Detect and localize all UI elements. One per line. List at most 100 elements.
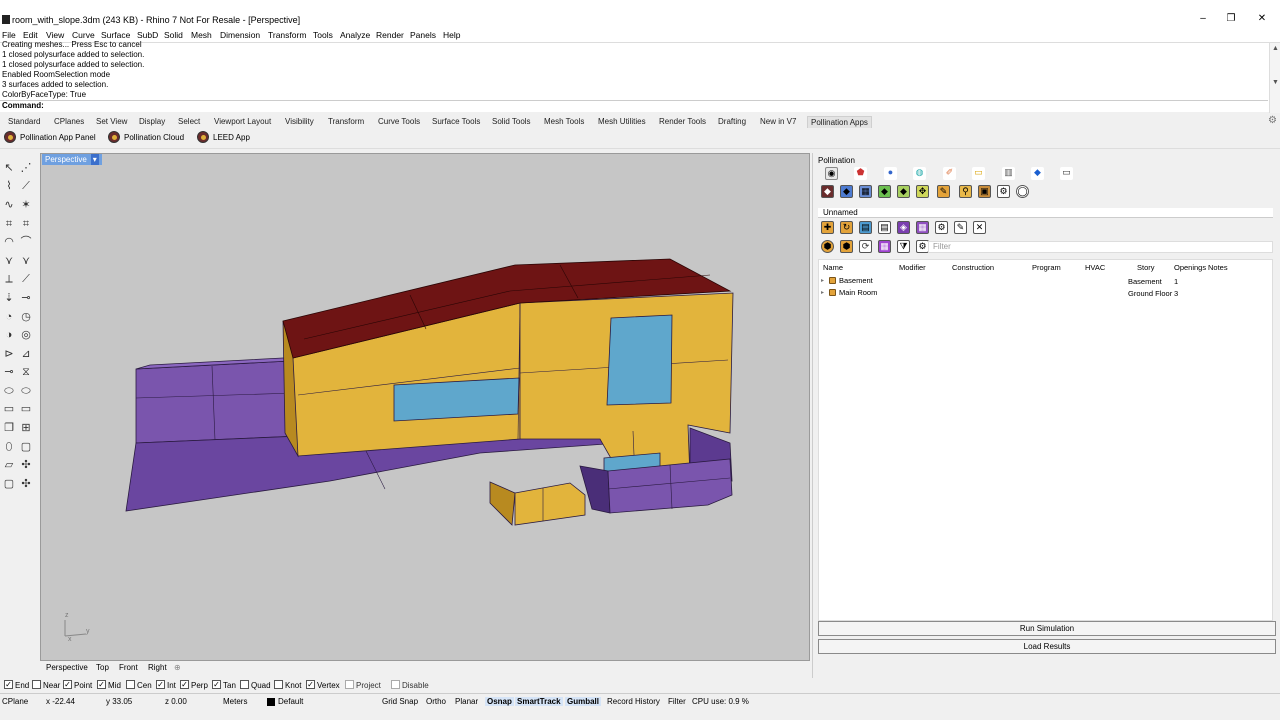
checkbox-icon[interactable]: [240, 680, 249, 690]
settings-icon[interactable]: ⚙: [997, 185, 1010, 198]
box-icon[interactable]: ⬭: [2, 384, 16, 398]
leed-app-button[interactable]: LEED App: [197, 131, 250, 146]
refresh-icon[interactable]: ⟳: [859, 240, 872, 253]
minimize-button[interactable]: –: [1195, 13, 1211, 24]
scroll-down-icon[interactable]: ▼: [1272, 79, 1279, 86]
col-notes[interactable]: Notes: [1208, 263, 1228, 272]
table-row[interactable]: ▸ Main Room Ground Floor 3: [819, 287, 1272, 299]
checkbox-checked-icon[interactable]: ✓: [212, 680, 221, 690]
col-modifier[interactable]: Modifier: [899, 263, 926, 272]
osnap-toggle[interactable]: Osnap: [485, 697, 514, 706]
layer-icon[interactable]: ❐: [2, 421, 16, 435]
record-history-toggle[interactable]: Record History: [607, 697, 660, 706]
circle-icon[interactable]: ◔: [2, 310, 16, 324]
col-program[interactable]: Program: [1032, 263, 1061, 272]
room-model-scene[interactable]: [40, 153, 810, 661]
join-icon[interactable]: ⋎: [2, 254, 16, 268]
properties-icon[interactable]: ⊞: [19, 421, 33, 435]
checkbox-checked-icon[interactable]: ✓: [156, 680, 165, 690]
gumball-toggle[interactable]: Gumball: [565, 697, 602, 706]
polyline-icon[interactable]: ⌇: [2, 179, 16, 193]
expand-icon[interactable]: ▸: [821, 277, 824, 284]
select-arrow-icon[interactable]: ↖: [2, 161, 16, 175]
room-yellowgreen-icon[interactable]: ◆: [897, 185, 910, 198]
room-hex-icon[interactable]: ⬢: [821, 240, 834, 253]
move-icon[interactable]: ⇣: [2, 291, 16, 305]
tab-mesh-utilities[interactable]: Mesh Utilities: [598, 117, 646, 126]
gumball-icon[interactable]: ▢: [2, 477, 16, 491]
scroll-up-icon[interactable]: ▲: [1272, 45, 1279, 52]
room-grid2-icon[interactable]: ▦: [916, 221, 929, 234]
room-export-icon[interactable]: ▣: [978, 185, 991, 198]
filter-toggle[interactable]: Filter: [668, 697, 686, 706]
ortho-toggle[interactable]: Ortho: [426, 697, 446, 706]
expand-icon[interactable]: ▸: [821, 289, 824, 296]
osnap-end[interactable]: ✓ End: [4, 680, 29, 690]
room-properties-icon[interactable]: ▤: [878, 221, 891, 234]
planar-toggle[interactable]: Planar: [455, 697, 478, 706]
close-button[interactable]: ✕: [1254, 13, 1270, 24]
menu-dimension[interactable]: Dimension: [220, 30, 260, 40]
solid-box-icon[interactable]: ▭: [19, 402, 33, 416]
menu-solid[interactable]: Solid: [164, 30, 183, 40]
room-tag-icon[interactable]: ▤: [859, 221, 872, 234]
checkbox-icon[interactable]: [345, 680, 354, 690]
split-icon[interactable]: ⋎: [19, 254, 33, 268]
tab-surface-tools[interactable]: Surface Tools: [432, 117, 480, 126]
mirror-icon[interactable]: ⊳: [2, 347, 16, 361]
room-icon[interactable]: ◆: [821, 185, 834, 198]
tab-visibility[interactable]: Visibility: [285, 117, 314, 126]
apertures-tab-icon[interactable]: ⬟: [854, 167, 867, 180]
col-story[interactable]: Story: [1137, 263, 1155, 272]
menu-transform[interactable]: Transform: [268, 30, 306, 40]
paint-tab-icon[interactable]: ✐: [943, 167, 956, 180]
room-green-icon[interactable]: ◆: [878, 185, 891, 198]
filter-input[interactable]: Filter: [928, 241, 1273, 253]
color-tab-icon[interactable]: ◍: [913, 167, 926, 180]
osnap-vertex[interactable]: ✓ Vertex: [306, 680, 340, 690]
checkbox-checked-icon[interactable]: ✓: [180, 680, 189, 690]
array-icon[interactable]: ⊿: [19, 347, 33, 361]
chart-tab-icon[interactable]: ▥: [1002, 167, 1015, 180]
menu-analyze[interactable]: Analyze: [340, 30, 370, 40]
restore-button[interactable]: ❐: [1223, 13, 1239, 24]
menu-surface[interactable]: Surface: [101, 30, 130, 40]
folder-tab-icon[interactable]: ▭: [972, 167, 985, 180]
arc-icon[interactable]: ◠: [2, 235, 16, 249]
point-icon[interactable]: ⋰: [19, 161, 33, 175]
plane-icon[interactable]: ▱: [2, 458, 16, 472]
rooms-tab-icon[interactable]: ◉: [825, 167, 838, 180]
monitor-tab-icon[interactable]: ▭: [1060, 167, 1073, 180]
checkbox-icon[interactable]: [126, 680, 135, 690]
tab-new-in-v7[interactable]: New in V7: [760, 117, 796, 126]
cplane-label[interactable]: CPlane: [2, 697, 28, 706]
pollination-cloud-button[interactable]: Pollination Cloud: [108, 131, 184, 146]
grid-snap-toggle[interactable]: Grid Snap: [382, 697, 418, 706]
room-settings-icon[interactable]: ⚙: [935, 221, 948, 234]
tab-top[interactable]: Top: [96, 663, 109, 672]
menu-panels[interactable]: Panels: [410, 30, 436, 40]
add-room-icon[interactable]: ✚: [821, 221, 834, 234]
bell-tab-icon[interactable]: ◆: [1031, 167, 1044, 180]
smarttrack-toggle[interactable]: SmartTrack: [515, 697, 563, 706]
loft-icon[interactable]: ⧖: [19, 365, 33, 379]
checkbox-icon[interactable]: [391, 680, 400, 690]
checkbox-icon[interactable]: [274, 680, 283, 690]
tab-curve-tools[interactable]: Curve Tools: [378, 117, 420, 126]
col-construction[interactable]: Construction: [952, 263, 994, 272]
delete-icon[interactable]: ✕: [973, 221, 986, 234]
checkbox-icon[interactable]: [32, 680, 41, 690]
scale-icon[interactable]: ◎: [19, 328, 33, 342]
cylinder-icon[interactable]: ⬭: [19, 384, 33, 398]
tab-set-view[interactable]: Set View: [96, 117, 127, 126]
rebuild-icon[interactable]: ⟋: [19, 272, 33, 286]
osnap-point[interactable]: ✓ Point: [63, 680, 92, 690]
room-move-icon[interactable]: ✥: [916, 185, 929, 198]
pollination-app-panel-button[interactable]: Pollination App Panel: [4, 131, 96, 146]
fillet-icon[interactable]: ⌒: [19, 235, 33, 249]
add-view-icon[interactable]: ⊕: [174, 663, 181, 672]
gear-icon[interactable]: ⚙: [1268, 115, 1277, 126]
tab-drafting[interactable]: Drafting: [718, 117, 746, 126]
line-icon[interactable]: ⟋: [19, 179, 33, 193]
edit-icon[interactable]: ✎: [954, 221, 967, 234]
